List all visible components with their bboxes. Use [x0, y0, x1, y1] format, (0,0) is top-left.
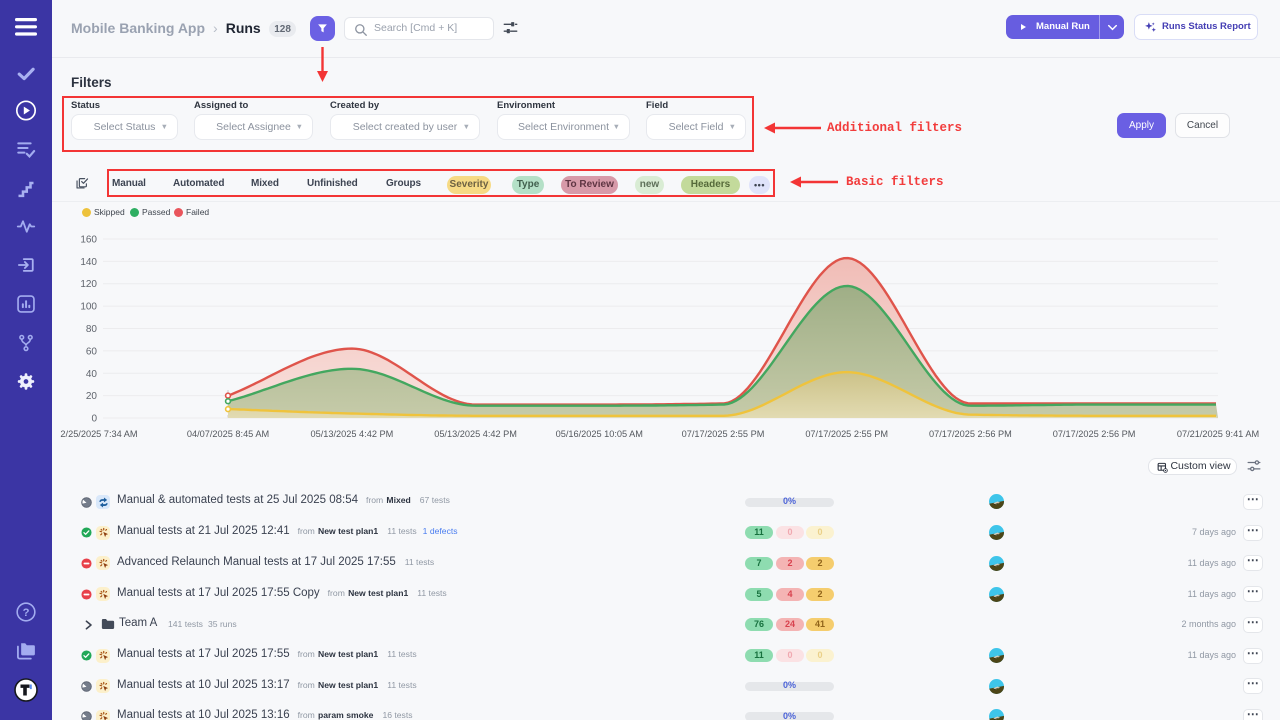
svg-text:07/17/2025 2:56 PM: 07/17/2025 2:56 PM — [1053, 429, 1136, 439]
svg-text:60: 60 — [86, 346, 98, 357]
svg-text:07/17/2025 2:56 PM: 07/17/2025 2:56 PM — [929, 429, 1012, 439]
svg-text:140: 140 — [80, 257, 97, 268]
svg-text:0: 0 — [91, 414, 97, 425]
svg-text:2/25/2025 7:34 AM: 2/25/2025 7:34 AM — [60, 429, 137, 439]
svg-text:?: ? — [23, 607, 30, 619]
svg-text:40: 40 — [86, 369, 98, 380]
svg-text:120: 120 — [80, 279, 97, 290]
svg-text:07/21/2025 9:41 AM: 07/21/2025 9:41 AM — [1177, 429, 1259, 439]
svg-text:07/17/2025 2:55 PM: 07/17/2025 2:55 PM — [805, 429, 888, 439]
svg-text:100: 100 — [80, 302, 97, 313]
svg-text:80: 80 — [86, 324, 98, 335]
svg-text:05/13/2025 4:42 PM: 05/13/2025 4:42 PM — [434, 429, 517, 439]
svg-text:05/16/2025 10:05 AM: 05/16/2025 10:05 AM — [556, 429, 643, 439]
svg-text:160: 160 — [80, 235, 97, 246]
svg-text:05/13/2025 4:42 PM: 05/13/2025 4:42 PM — [311, 429, 394, 439]
svg-text:07/17/2025 2:55 PM: 07/17/2025 2:55 PM — [682, 429, 765, 439]
svg-text:20: 20 — [86, 391, 98, 402]
svg-text:04/07/2025 8:45 AM: 04/07/2025 8:45 AM — [187, 429, 269, 439]
